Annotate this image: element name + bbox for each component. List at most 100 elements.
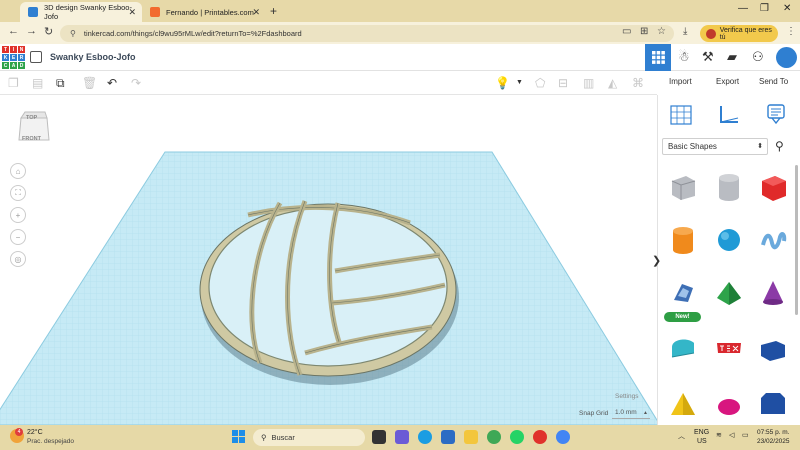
edit-toolbar: ❐ ▤ ⧉ 🗑 ↶ ↷ 💡 ▼ ⬠ ⊟ ▥ ◭ ⌘ <box>0 71 657 95</box>
taskbar-search[interactable]: ⚲ Buscar <box>253 429 365 446</box>
add-user-icon[interactable]: ⚇ <box>752 49 764 65</box>
home-view-icon[interactable]: ⌂ <box>10 163 26 179</box>
duplicate-icon[interactable]: ⧉ <box>56 76 65 91</box>
paste-icon[interactable]: ▤ <box>32 76 43 90</box>
clock-time[interactable]: 07:55 p. m. <box>757 429 790 436</box>
text-shape[interactable] <box>714 333 744 363</box>
chevron-up-icon[interactable]: ︿ <box>678 431 685 441</box>
clock-date[interactable]: 23/02/2025 <box>757 438 790 445</box>
chevron-right-icon[interactable]: ❯ <box>652 254 661 267</box>
blocks-icon[interactable]: ☃ <box>678 49 690 65</box>
windows-taskbar: 4 22°C Prac. despejado ⚲ Buscar ︿ ENG US… <box>0 425 800 450</box>
scribble-shape[interactable] <box>758 225 788 255</box>
chevron-down-icon[interactable]: ▼ <box>516 79 523 86</box>
settings-link[interactable]: Settings <box>615 393 639 400</box>
browser-menu-icon[interactable]: ⋮ <box>786 26 796 37</box>
chrome-profile-icon[interactable] <box>556 430 570 444</box>
light-bulb-icon[interactable]: 💡 <box>495 76 510 90</box>
zoom-out-icon[interactable]: − <box>10 229 26 245</box>
redo-icon[interactable]: ↷ <box>131 76 141 90</box>
reload-icon[interactable]: ↻ <box>44 25 53 38</box>
copilot-icon[interactable] <box>395 430 409 444</box>
send-to-button[interactable]: Send To <box>759 77 788 86</box>
box-hole-shape[interactable] <box>668 172 698 202</box>
workplane-viewport[interactable]: TOP FRONT ⌂ ⛶ + − ◎ <box>0 95 657 425</box>
wifi-icon[interactable]: ≋ <box>716 431 722 439</box>
half-sphere-shape[interactable] <box>714 390 744 420</box>
task-view-icon[interactable] <box>372 430 386 444</box>
roof-shape[interactable] <box>668 333 698 363</box>
download-icon[interactable]: ⤓ <box>683 26 687 37</box>
verify-button[interactable]: Verifica que eres tú <box>700 25 778 42</box>
notes-tool-icon[interactable] <box>766 103 786 125</box>
orthographic-icon[interactable]: ◎ <box>10 251 26 267</box>
ruler-tool-icon[interactable] <box>718 105 740 125</box>
window-close-icon[interactable]: ✕ <box>783 3 791 14</box>
align-icon[interactable]: ▥ <box>583 76 594 90</box>
pyramid-yellow-shape[interactable] <box>668 390 698 420</box>
bookmark-star-icon[interactable]: ☆ <box>657 26 666 37</box>
maximize-icon[interactable]: ❐ <box>760 3 769 14</box>
workplane-tool-icon[interactable] <box>670 105 692 125</box>
cylinder-shape[interactable] <box>668 225 698 255</box>
pyramid-shape[interactable] <box>714 278 744 308</box>
shape-generator-shape[interactable] <box>668 278 698 308</box>
new-tab-icon[interactable]: + <box>270 4 277 18</box>
battery-icon[interactable]: ▭ <box>742 431 749 439</box>
snap-grid-label: Snap Grid <box>579 410 609 417</box>
forward-icon[interactable]: → <box>26 25 37 37</box>
action-bar: Import Export Send To <box>657 71 800 95</box>
design-menu-icon[interactable] <box>30 51 42 63</box>
site-info-icon[interactable]: ⚲ <box>70 29 76 38</box>
opera-icon[interactable] <box>533 430 547 444</box>
export-button[interactable]: Export <box>716 77 739 86</box>
weather-temperature: 22°C <box>27 429 43 436</box>
view-cube[interactable]: TOP FRONT <box>17 110 50 146</box>
copy-icon[interactable]: ❐ <box>8 76 19 90</box>
whatsapp-icon[interactable] <box>510 430 524 444</box>
snap-grid-select[interactable]: 1.0 mm ▲ <box>612 407 650 419</box>
lessons-icon[interactable]: ▰ <box>727 49 737 65</box>
import-button[interactable]: Import <box>669 77 692 86</box>
search-icon: ⚲ <box>261 433 267 442</box>
search-icon[interactable]: ⚲ <box>775 139 784 153</box>
back-icon[interactable]: ← <box>8 25 19 37</box>
undo-icon[interactable]: ↶ <box>107 76 117 90</box>
bricks-icon[interactable]: ⚒ <box>702 49 714 65</box>
install-app-icon[interactable]: ▭ <box>622 26 631 37</box>
cylinder-hole-shape[interactable] <box>714 172 744 202</box>
workplane-scene[interactable] <box>0 95 657 425</box>
tab-tinkercad[interactable]: 3D design Swanky Esboo-Jofo ✕ <box>20 2 142 22</box>
store-icon[interactable] <box>441 430 455 444</box>
sphere-shape[interactable] <box>714 225 744 255</box>
close-icon[interactable]: ✕ <box>128 7 136 18</box>
note-icon[interactable]: ⬠ <box>535 76 545 90</box>
fit-view-icon[interactable]: ⛶ <box>10 185 26 201</box>
shape-category-select[interactable]: Basic Shapes ⬍ <box>662 138 768 155</box>
edge-icon[interactable] <box>418 430 432 444</box>
ruler-icon[interactable]: ⊟ <box>558 76 568 90</box>
language-label[interactable]: ENG <box>694 429 709 436</box>
polygon-shape[interactable] <box>758 388 788 418</box>
start-icon[interactable] <box>232 430 245 443</box>
tinkercad-logo[interactable]: TIN KER CAD <box>2 46 25 69</box>
3d-view-button[interactable] <box>645 44 671 71</box>
delete-icon[interactable]: 🗑 <box>82 76 97 90</box>
cone-shape[interactable] <box>758 278 788 308</box>
volume-icon[interactable]: ◁ <box>729 431 734 439</box>
wedge-shape[interactable] <box>758 333 788 363</box>
translate-icon[interactable]: ⊞ <box>640 26 648 37</box>
zoom-in-icon[interactable]: + <box>10 207 26 223</box>
mirror-icon[interactable]: ◭ <box>608 76 617 90</box>
file-explorer-icon[interactable] <box>464 430 478 444</box>
project-title[interactable]: Swanky Esboo-Jofo <box>50 52 136 62</box>
tab-printables[interactable]: Fernando | Printables.com ✕ <box>142 2 266 22</box>
box-shape[interactable] <box>758 172 788 202</box>
panel-scrollbar[interactable] <box>795 165 798 315</box>
address-bar[interactable]: ⚲ tinkercad.com/things/cl9wu95rMLw/edit?… <box>60 25 674 42</box>
cruise-icon[interactable]: ⌘ <box>632 76 644 90</box>
avatar[interactable] <box>776 47 797 68</box>
chrome-icon[interactable] <box>487 430 501 444</box>
close-icon[interactable]: ✕ <box>252 7 260 18</box>
minimize-icon[interactable]: — <box>738 3 748 14</box>
